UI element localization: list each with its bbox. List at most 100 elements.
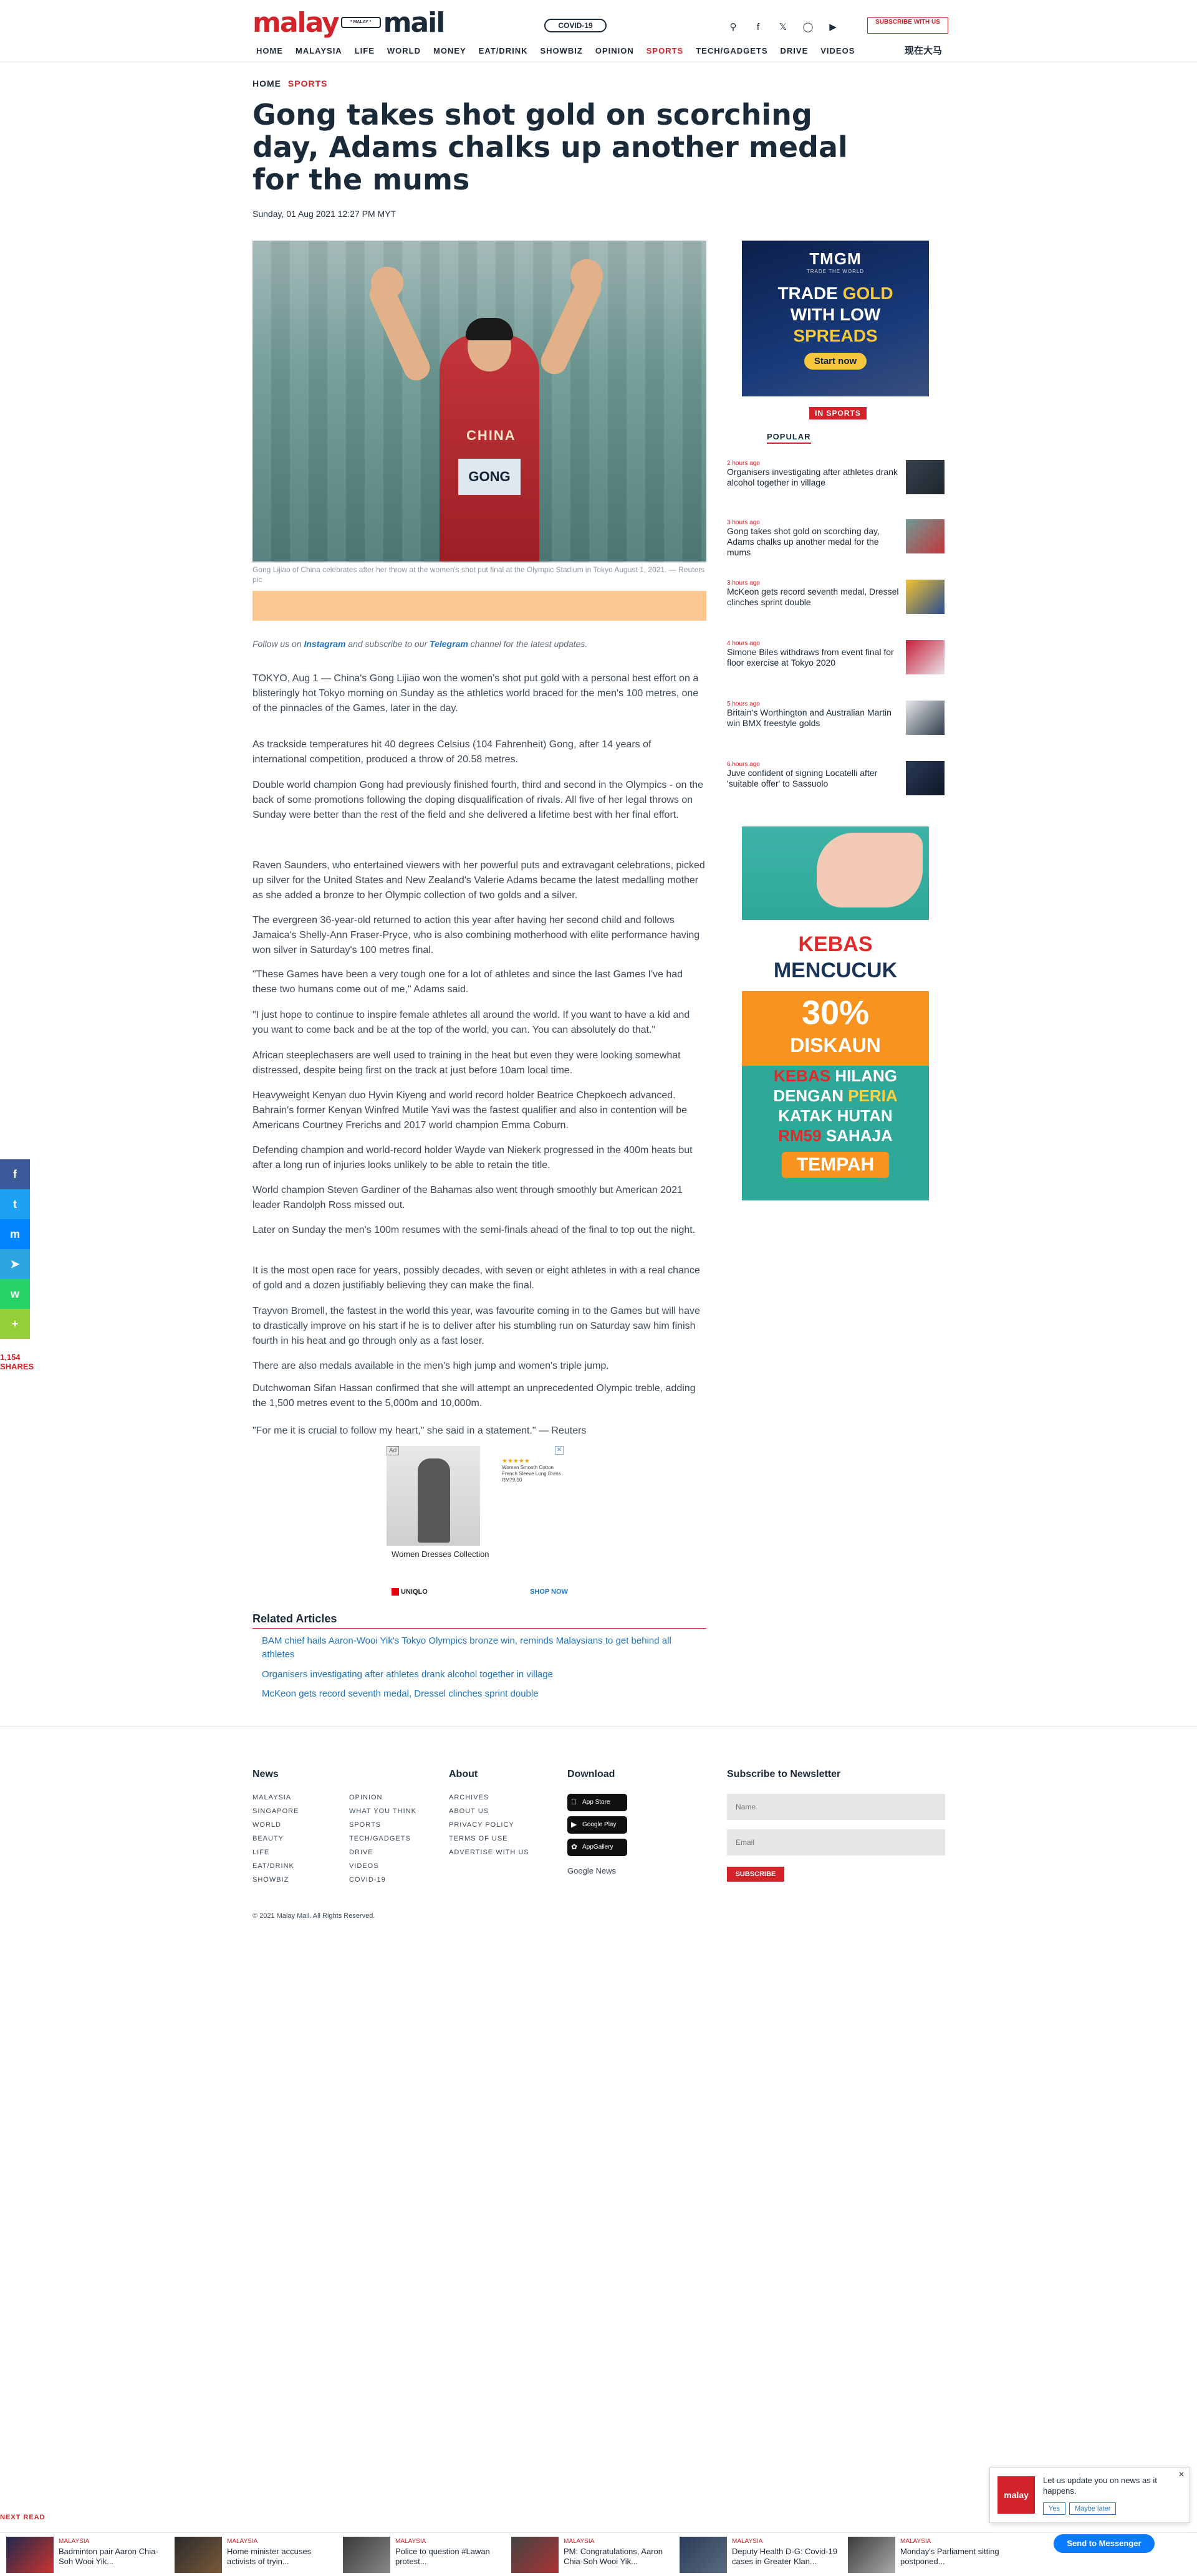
- related-article-link[interactable]: Organisers investigating after athletes …: [262, 1668, 704, 1682]
- sidebar-story[interactable]: 3 hours ago McKeon gets record seventh m…: [727, 580, 945, 614]
- subscribe-button[interactable]: SUBSCRIBE WITH US: [867, 17, 948, 34]
- nav-eat-drink[interactable]: EAT/DRINK: [475, 43, 532, 59]
- nav-money[interactable]: MONEY: [430, 43, 470, 59]
- nav-life[interactable]: LIFE: [351, 43, 378, 59]
- sidebar-story[interactable]: 6 hours ago Juve confident of signing Lo…: [727, 761, 945, 795]
- next-read-item[interactable]: MALAYSIA Monday's Parliament sitting pos…: [848, 2537, 1016, 2573]
- nav-opinion[interactable]: OPINION: [592, 43, 638, 59]
- footer-link[interactable]: ABOUT US: [449, 1808, 489, 1815]
- newsletter-name-input[interactable]: [727, 1794, 945, 1820]
- footer-link[interactable]: SHOWBIZ: [252, 1876, 289, 1884]
- ad-start-now-button[interactable]: Start now: [804, 353, 867, 370]
- app-gallery-button[interactable]: ✿ AppGallery: [567, 1839, 627, 1856]
- ad-brand-tmgm: TMGM: [809, 249, 862, 268]
- breadcrumb-home[interactable]: HOME: [252, 79, 281, 89]
- instagram-icon[interactable]: ◯: [800, 19, 816, 35]
- article-paragraph: It is the most open race for years, poss…: [252, 1265, 700, 1291]
- telegram-link[interactable]: Telegram: [430, 639, 468, 649]
- store-label: Google Play: [582, 1821, 617, 1828]
- telegram-icon[interactable]: ➤: [0, 1249, 30, 1279]
- tab-popular[interactable]: POPULAR: [767, 432, 811, 444]
- ad-tagline: TRADE THE WORLD: [806, 269, 865, 274]
- sidebar-story[interactable]: 3 hours ago Gong takes shot gold on scor…: [727, 519, 945, 558]
- nav-chinese-edition[interactable]: 现在大马: [905, 44, 942, 57]
- nav-tech-gadgets[interactable]: TECH/GADGETS: [692, 43, 771, 59]
- youtube-icon[interactable]: ▶: [825, 19, 841, 35]
- story-thumbnail: [906, 640, 945, 674]
- footer-link[interactable]: SINGAPORE: [252, 1808, 299, 1815]
- next-read-item[interactable]: MALAYSIA PM: Congratulations, Aaron Chia…: [511, 2537, 680, 2573]
- sidebar-story[interactable]: 2 hours ago Organisers investigating aft…: [727, 460, 945, 494]
- footer-link[interactable]: BEAUTY: [252, 1835, 284, 1842]
- related-article-link[interactable]: BAM chief hails Aaron-Wooi Yik's Tokyo O…: [262, 1634, 704, 1662]
- next-read-item[interactable]: MALAYSIA Police to question #Lawan prote…: [343, 2537, 511, 2573]
- footer-link[interactable]: WHAT YOU THINK: [349, 1808, 416, 1815]
- app-store-button[interactable]: App Store: [567, 1794, 627, 1811]
- next-read-title: Deputy Health D-G: Covid-19 cases in Gre…: [732, 2547, 838, 2566]
- ad-close-icon[interactable]: ✕: [555, 1446, 564, 1455]
- nav-drive[interactable]: DRIVE: [777, 43, 812, 59]
- share-count-value: 1,154: [0, 1353, 21, 1362]
- related-article-link[interactable]: McKeon gets record seventh medal, Dresse…: [262, 1687, 704, 1701]
- ad-tempah-button[interactable]: TEMPAH: [781, 1152, 890, 1178]
- twitter-icon[interactable]: t: [0, 1189, 30, 1219]
- story-title: McKeon gets record seventh medal, Dresse…: [727, 587, 899, 607]
- twitter-icon[interactable]: 𝕏: [775, 19, 791, 35]
- footer-link[interactable]: WORLD: [252, 1821, 281, 1829]
- notify-later-button[interactable]: Maybe later: [1069, 2502, 1117, 2515]
- facebook-icon[interactable]: f: [750, 19, 766, 35]
- next-read-item[interactable]: MALAYSIA Deputy Health D-G: Covid-19 cas…: [680, 2537, 848, 2573]
- ad-shop-now-button[interactable]: SHOP NOW: [530, 1588, 568, 1596]
- newsletter-email-input[interactable]: [727, 1829, 945, 1855]
- footer-link[interactable]: TECH/GADGETS: [349, 1835, 411, 1842]
- nav-sports[interactable]: SPORTS: [643, 43, 687, 59]
- footer-link[interactable]: MALAYSIA: [252, 1794, 291, 1801]
- next-read-item[interactable]: MALAYSIA Home minister accuses activists…: [175, 2537, 343, 2573]
- footer-link[interactable]: ADVERTISE WITH US: [449, 1849, 529, 1856]
- footer-link[interactable]: LIFE: [252, 1849, 269, 1856]
- site-logo[interactable]: malay * MALAY * mail: [252, 7, 445, 39]
- footer-link[interactable]: OPINION: [349, 1794, 382, 1801]
- whatsapp-icon[interactable]: w: [0, 1279, 30, 1309]
- sidebar-ad-tmgm[interactable]: TMGM TRADE THE WORLD TRADE GOLD WITH LOW…: [742, 241, 929, 396]
- covid-button[interactable]: COVID-19: [544, 19, 607, 32]
- banner-ad-slot[interactable]: [252, 591, 706, 621]
- nav-world[interactable]: WORLD: [383, 43, 425, 59]
- newsletter-subscribe-button[interactable]: SUBSCRIBE: [727, 1867, 784, 1882]
- close-icon[interactable]: ✕: [1177, 2470, 1186, 2479]
- article-paragraph: As trackside temperatures hit 40 degrees…: [252, 739, 651, 765]
- article-paragraph: Defending champion and world-record hold…: [252, 1145, 693, 1171]
- footer-link[interactable]: ARCHIVES: [449, 1794, 489, 1801]
- share-icon[interactable]: +: [0, 1309, 30, 1339]
- footer-link[interactable]: DRIVE: [349, 1849, 373, 1856]
- google-play-button[interactable]: ▶ Google Play: [567, 1816, 627, 1834]
- article-paragraph: Trayvon Bromell, the fastest in the worl…: [252, 1306, 700, 1346]
- article-paragraph: Raven Saunders, who entertained viewers …: [252, 860, 705, 901]
- sidebar-ad-kebas[interactable]: KEBAS MENCUCUK 30% DISKAUN KEBAS HILANG …: [742, 826, 929, 1200]
- nav-home[interactable]: HOME: [252, 43, 287, 59]
- google-news-link[interactable]: Google News: [567, 1866, 616, 1875]
- send-to-messenger-button[interactable]: Send to Messenger: [1054, 2534, 1155, 2553]
- breadcrumb-sports[interactable]: SPORTS: [288, 79, 328, 89]
- footer-link[interactable]: VIDEOS: [349, 1862, 379, 1870]
- footer-link[interactable]: PRIVACY POLICY: [449, 1821, 514, 1829]
- search-icon[interactable]: ⚲: [725, 19, 741, 35]
- sidebar-story[interactable]: 4 hours ago Simone Biles withdraws from …: [727, 640, 945, 674]
- hero-image: CHINA GONG: [252, 241, 706, 562]
- footer-link[interactable]: SPORTS: [349, 1821, 381, 1829]
- next-read-item[interactable]: MALAYSIA Badminton pair Aaron Chia-Soh W…: [6, 2537, 175, 2573]
- notify-yes-button[interactable]: Yes: [1043, 2502, 1065, 2515]
- sidebar-story[interactable]: 5 hours ago Britain's Worthington and Au…: [727, 701, 945, 735]
- ad-kebas: KEBAS: [798, 932, 873, 956]
- inline-ad[interactable]: Ad ✕ ★★★★★ Women Smooth Cotton French Sl…: [387, 1446, 574, 1602]
- nav-malaysia[interactable]: MALAYSIA: [292, 43, 346, 59]
- nav-videos[interactable]: VIDEOS: [817, 43, 858, 59]
- footer-link[interactable]: COVID-19: [349, 1876, 386, 1884]
- nav-showbiz[interactable]: SHOWBIZ: [536, 43, 586, 59]
- uniqlo-logo-icon: [392, 1588, 399, 1596]
- footer-link[interactable]: EAT/DRINK: [252, 1862, 294, 1870]
- footer-link[interactable]: TERMS OF USE: [449, 1835, 508, 1842]
- facebook-icon[interactable]: f: [0, 1159, 30, 1189]
- instagram-link[interactable]: Instagram: [304, 639, 345, 649]
- messenger-icon[interactable]: m: [0, 1219, 30, 1249]
